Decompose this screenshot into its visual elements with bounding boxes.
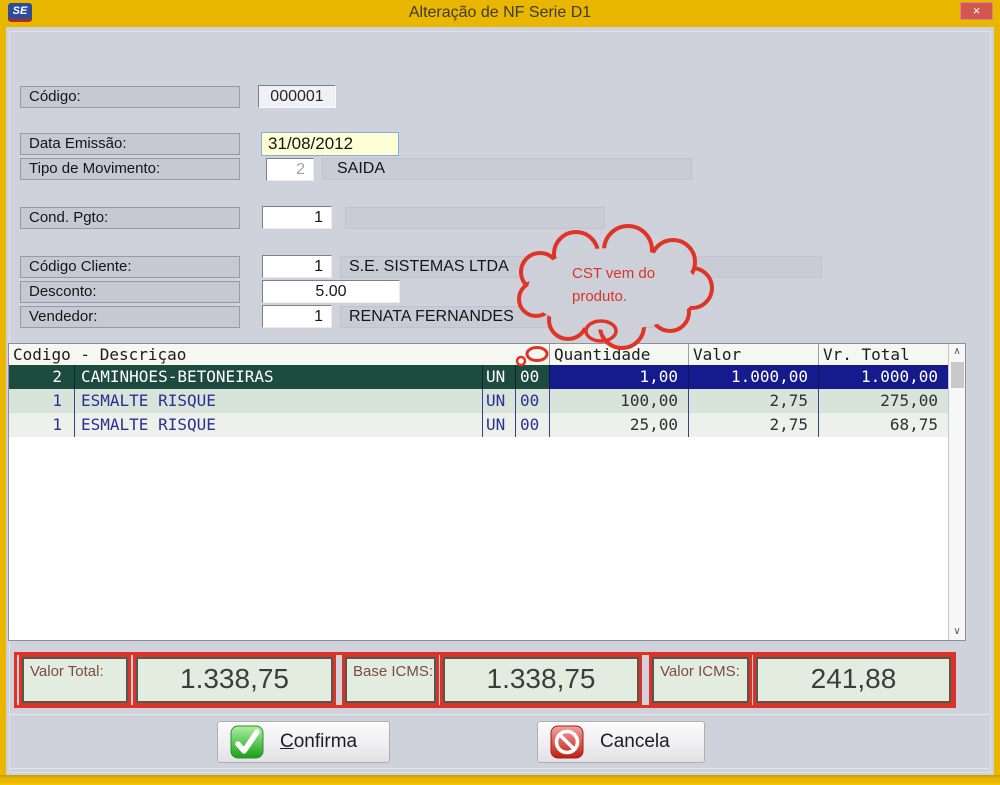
window-title: Alteração de NF Serie D1 — [0, 4, 1000, 22]
annotation-bubble: CST vem do produto. — [0, 0, 1000, 785]
window-border-right — [994, 27, 1000, 785]
window-border-left — [0, 27, 6, 785]
close-icon[interactable]: × — [960, 2, 993, 20]
annotation-text-line1: CST vem do — [572, 265, 655, 282]
window-border-bottom — [0, 775, 1000, 785]
title-bar[interactable]: SE Alteração de NF Serie D1 × — [0, 0, 1000, 27]
dialog-window: SE Alteração de NF Serie D1 × Código: 00… — [0, 0, 1000, 785]
annotation-text-line2: produto. — [572, 288, 627, 305]
